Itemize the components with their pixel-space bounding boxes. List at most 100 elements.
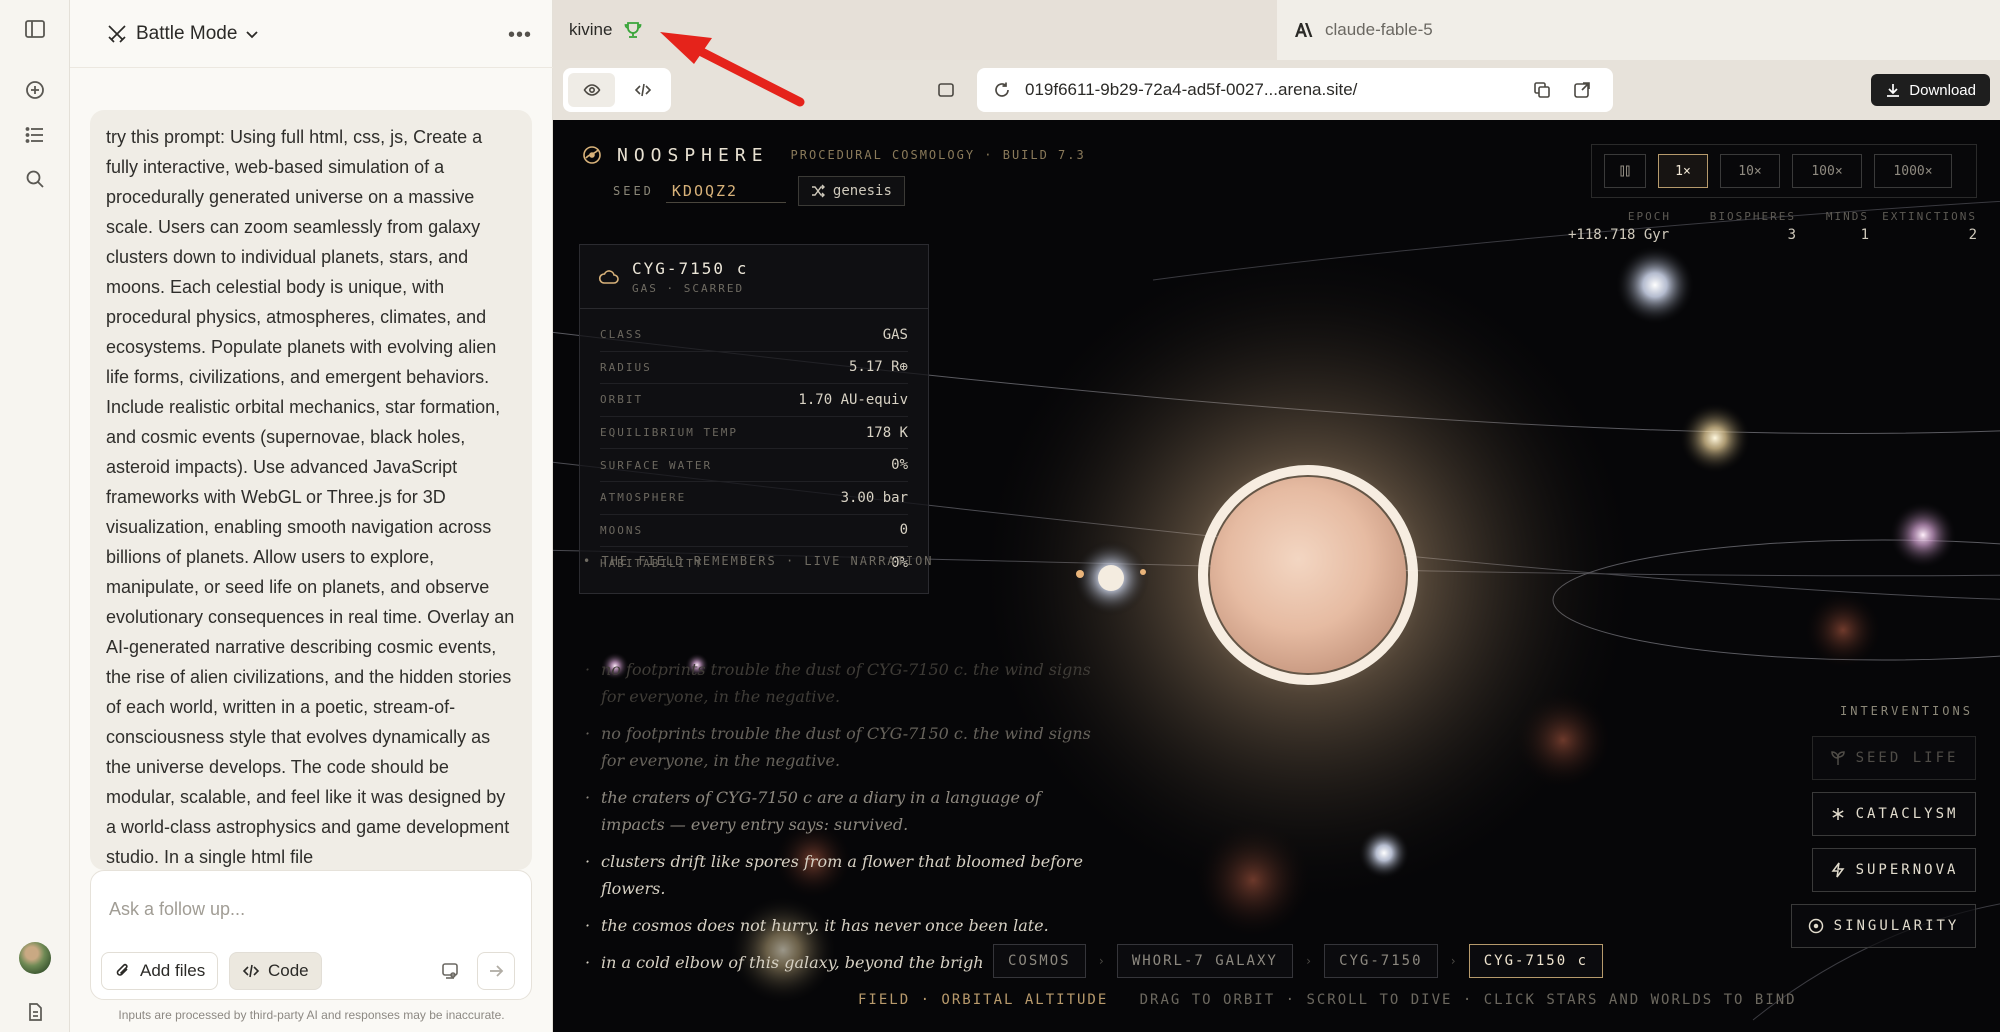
property-label: EQUILIBRIUM TEMP [600, 426, 738, 440]
property-row: MOONS 0 [600, 515, 908, 548]
supernova-button[interactable]: SUPERNOVA [1812, 848, 1976, 892]
breadcrumb-galaxy[interactable]: WHORL-7 GALAXY [1116, 944, 1293, 978]
property-row: ATMOSPHERE 3.00 bar [600, 482, 908, 515]
singularity-label: SINGULARITY [1833, 918, 1960, 934]
code-label: Code [268, 961, 309, 980]
speed-10x[interactable]: 10× [1720, 154, 1780, 188]
code-icon [242, 964, 260, 978]
add-files-button[interactable]: Add files [101, 952, 219, 990]
url-text[interactable]: 019f6611-9b29-72a4-ad5f-0027...arena.sit… [1025, 80, 1357, 100]
preview-view-button[interactable] [568, 73, 615, 107]
eye-icon [583, 84, 600, 96]
speed-1x[interactable]: 1× [1658, 154, 1708, 188]
property-row: CLASS GAS [600, 319, 908, 352]
anthropic-logo-icon [1295, 23, 1313, 37]
left-rail [0, 0, 70, 1032]
brand-name: NOOSPHERE [617, 144, 769, 166]
singularity-icon [1808, 918, 1823, 934]
arrow-right-icon [490, 965, 504, 977]
view-mode-label: FIELD · ORBITAL ALTITUDE [858, 992, 1109, 1008]
singularity-button[interactable]: SINGULARITY [1791, 904, 1976, 948]
pause-icon [1620, 165, 1630, 177]
speed-100x[interactable]: 100× [1792, 154, 1862, 188]
property-value: 1.70 AU-equiv [798, 391, 908, 408]
chevron-down-icon [246, 30, 259, 38]
interventions-label: INTERVENTIONS [1840, 704, 1973, 718]
history-list-icon[interactable] [20, 120, 50, 150]
copy-url-icon[interactable] [1527, 75, 1557, 105]
narration-line: no footprints trouble the dust of CYG-71… [583, 656, 1103, 710]
more-options-icon[interactable]: ••• [505, 20, 535, 50]
code-button[interactable]: Code [229, 952, 322, 990]
attach-screenshot-icon[interactable] [431, 952, 469, 990]
send-button[interactable] [477, 952, 515, 990]
download-button[interactable]: Download [1871, 74, 1990, 106]
download-icon [1887, 84, 1900, 97]
minds-label: MINDS [1825, 210, 1869, 223]
user-message: try this prompt: Using full html, css, j… [90, 110, 532, 870]
tab-kivine[interactable]: kivine [553, 0, 1277, 60]
genesis-button[interactable]: genesis [797, 176, 905, 206]
reload-icon[interactable] [987, 75, 1017, 105]
property-label: ORBIT [600, 393, 644, 407]
body-name: CYG-7150 c [632, 258, 749, 278]
narration-label: • THE FIELD REMEMBERS · LIVE NARRATION [583, 554, 934, 568]
document-icon[interactable] [20, 997, 50, 1027]
breadcrumb-system[interactable]: CYG-7150 [1324, 944, 1438, 978]
property-label: ATMOSPHERE [600, 491, 687, 505]
extinctions-value: 2 [1968, 227, 1977, 243]
narration-line: no footprints trouble the dust of CYG-71… [583, 720, 1103, 774]
body-info-card: CYG-7150 c GAS · SCARRED CLASS GAS RADIUS… [579, 244, 929, 594]
narration-line: the craters of CYG-7150 c are a diary in… [583, 784, 1103, 838]
disclaimer: Inputs are processed by third-party AI a… [118, 1008, 505, 1022]
chat-header: Battle Mode ••• [70, 0, 553, 68]
narration-feed: no footprints trouble the dust of CYG-71… [583, 656, 1103, 986]
property-label: MOONS [600, 523, 644, 537]
device-frame-icon[interactable] [931, 75, 961, 105]
breadcrumb-cosmos[interactable]: COSMOS [993, 944, 1086, 978]
pause-button[interactable] [1604, 154, 1646, 188]
simulation-viewport[interactable]: NOOSPHERE PROCEDURAL COSMOLOGY · BUILD 7… [553, 120, 2000, 1032]
follow-up-input[interactable]: Ask a follow up... [109, 899, 245, 920]
time-controls: 1× 10× 100× 1000× [1591, 144, 1977, 198]
paperclip-icon [116, 963, 128, 976]
tab-kivine-label: kivine [569, 20, 613, 39]
chat-panel: Battle Mode ••• try this prompt: Using f… [70, 0, 553, 1032]
noosphere-logo-icon [583, 146, 601, 164]
cataclysm-label: CATACLYSM [1855, 806, 1959, 822]
property-value: 178 K [865, 424, 908, 441]
minds-value: 1 [1860, 227, 1869, 243]
swords-icon [108, 24, 126, 43]
search-icon[interactable] [20, 164, 50, 194]
narration-line: the cosmos does not hurry. it has never … [583, 912, 1103, 939]
shuffle-icon [811, 184, 825, 198]
epoch-value: +118.718 Gyr [1568, 227, 1670, 243]
controls-hint: FIELD · ORBITAL ALTITUDE DRAG TO ORBIT ·… [858, 992, 1797, 1008]
property-value: 3.00 bar [840, 489, 908, 506]
property-value: 0% [891, 457, 908, 474]
open-external-icon[interactable] [1567, 75, 1597, 105]
composer: Ask a follow up... Add files Code [90, 870, 532, 1000]
property-label: CLASS [600, 328, 644, 342]
browser-toolbar: 019f6611-9b29-72a4-ad5f-0027...arena.sit… [553, 60, 2000, 120]
cataclysm-button[interactable]: CATACLYSM [1812, 792, 1976, 836]
genesis-label: genesis [832, 183, 892, 199]
battle-mode-dropdown[interactable]: Battle Mode [106, 23, 259, 45]
property-row: EQUILIBRIUM TEMP 178 K [600, 417, 908, 450]
body-properties: CLASS GAS RADIUS 5.17 R⊕ ORBIT 1.70 AU-equi… [580, 309, 928, 580]
property-label: SURFACE WATER [600, 458, 713, 472]
tab-claude-fable-5[interactable]: claude-fable-5 [1277, 0, 2000, 60]
sidebar-toggle-icon[interactable] [20, 14, 50, 44]
sprout-icon [1830, 751, 1845, 765]
user-avatar[interactable] [19, 942, 51, 974]
code-view-button[interactable] [619, 73, 666, 107]
seed-life-button[interactable]: SEED LIFE [1812, 736, 1976, 780]
download-label: Download [1909, 81, 1976, 99]
breadcrumb-planet[interactable]: CYG-7150 c [1468, 944, 1604, 978]
speed-1000x[interactable]: 1000× [1874, 154, 1952, 188]
url-bar[interactable]: 019f6611-9b29-72a4-ad5f-0027...arena.sit… [977, 68, 1613, 112]
new-chat-icon[interactable] [20, 75, 50, 105]
cloud-icon [598, 269, 619, 284]
body-info-header: CYG-7150 c GAS · SCARRED [580, 245, 928, 309]
seed-input[interactable]: KDOQZ2 [665, 180, 786, 203]
